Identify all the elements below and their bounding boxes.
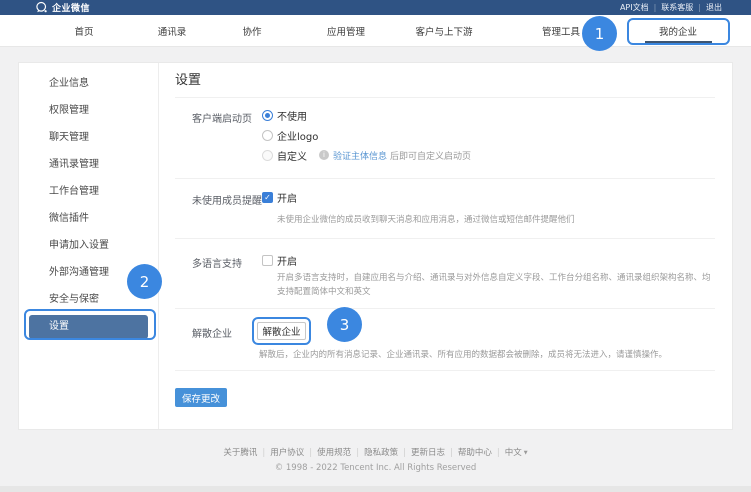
api-docs-link[interactable]: API文档 <box>620 2 649 13</box>
radio-custom[interactable] <box>262 150 273 161</box>
bottom-edge <box>0 486 751 492</box>
wecom-brand: 企业微信 <box>35 1 90 14</box>
dissolve-company-button[interactable]: 解散企业 <box>257 322 306 340</box>
separator: | <box>698 3 701 12</box>
divider <box>175 178 715 179</box>
sidebar-item-wechat-plugin[interactable]: 微信插件 <box>19 205 158 232</box>
launch-page-label: 客户端启动页 <box>192 110 252 125</box>
nav-item-my-company[interactable]: 我的企业 <box>659 24 697 38</box>
multilang-checkbox[interactable] <box>262 255 273 266</box>
about-tencent-link[interactable]: 关于腾讯 <box>223 448 257 458</box>
separator: | <box>497 448 500 458</box>
radio-row-company-logo: 企业logo <box>262 125 318 145</box>
nav-item-app-management[interactable]: 应用管理 <box>327 24 365 38</box>
active-tab-indicator <box>645 41 712 43</box>
sidebar-item-chat-management[interactable]: 聊天管理 <box>19 124 158 151</box>
separator: | <box>356 448 359 458</box>
remind-label: 未使用成员提醒 <box>192 192 262 207</box>
sidebar: 企业信息 权限管理 聊天管理 通讯录管理 工作台管理 微信插件 申请加入设置 外… <box>19 63 159 429</box>
topbar-links: API文档 | 联系客服 | 退出 <box>620 0 722 15</box>
divider <box>175 370 715 371</box>
radio-no-use[interactable] <box>262 110 273 121</box>
separator: | <box>450 448 453 458</box>
nav-item-customers[interactable]: 客户与上下游 <box>415 24 472 38</box>
brand-name: 企业微信 <box>52 1 90 14</box>
help-center-link[interactable]: 帮助中心 <box>458 448 492 458</box>
separator: | <box>309 448 312 458</box>
dissolve-label: 解散企业 <box>192 325 232 340</box>
settings-panel: 企业信息 权限管理 聊天管理 通讯录管理 工作台管理 微信插件 申请加入设置 外… <box>18 62 733 430</box>
divider <box>175 97 715 98</box>
page-title: 设置 <box>175 69 201 88</box>
nav-item-contacts[interactable]: 通讯录 <box>158 24 187 38</box>
wecom-admin-page: 企业微信 API文档 | 联系客服 | 退出 首页 通讯录 协作 应用管理 客户… <box>0 0 751 492</box>
separator: | <box>654 3 657 12</box>
dissolve-description: 解散后，企业内的所有消息记录、企业通讯录、所有应用的数据都会被删除，成员将无法进… <box>259 349 719 363</box>
nav-item-admin-tools[interactable]: 管理工具 <box>542 24 580 38</box>
sidebar-item-contacts-management[interactable]: 通讯录管理 <box>19 151 158 178</box>
footer: 关于腾讯 | 用户协议 | 使用规范 | 隐私政策 | 更新日志 | 帮助中心 | 中文▼ © 1998… <box>0 446 751 473</box>
user-agreement-link[interactable]: 用户协议 <box>270 448 304 458</box>
sidebar-item-permissions[interactable]: 权限管理 <box>19 97 158 124</box>
radio-no-use-label[interactable]: 不使用 <box>277 108 307 123</box>
separator: | <box>262 448 265 458</box>
contact-support-link[interactable]: 联系客服 <box>661 2 693 13</box>
chevron-down-icon: ▼ <box>524 450 528 456</box>
multilang-toggle-row: 开启 <box>262 250 297 270</box>
multilang-toggle-label[interactable]: 开启 <box>277 253 297 268</box>
annotation-badge-3: 3 <box>327 307 362 342</box>
info-icon: i <box>319 150 329 160</box>
usage-policy-link[interactable]: 使用规范 <box>317 448 351 458</box>
sidebar-item-company-info[interactable]: 企业信息 <box>19 70 158 97</box>
radio-row-no-use: 不使用 <box>262 105 307 125</box>
topbar: 企业微信 API文档 | 联系客服 | 退出 <box>0 0 751 15</box>
verify-subject-link[interactable]: 验证主体信息 <box>333 149 387 162</box>
verify-hint: i 验证主体信息 后即可自定义启动页 <box>319 149 471 162</box>
radio-company-logo-label[interactable]: 企业logo <box>277 128 318 143</box>
remind-description: 未使用企业微信的成员收到聊天消息和应用消息，通过微信或短信邮件提醒他们 <box>277 214 717 228</box>
nav-item-home[interactable]: 首页 <box>74 24 93 38</box>
multilang-description: 开启多语言支持时，自建应用名与介绍、通讯录与对外信息自定义字段、工作台分组名称、… <box>277 272 715 299</box>
sidebar-item-settings[interactable]: 设置 <box>29 315 148 339</box>
sidebar-item-join-settings[interactable]: 申请加入设置 <box>19 232 158 259</box>
sidebar-item-workbench[interactable]: 工作台管理 <box>19 178 158 205</box>
multilang-label: 多语言支持 <box>192 255 242 270</box>
separator: | <box>403 448 406 458</box>
remind-toggle-label[interactable]: 开启 <box>277 190 297 205</box>
divider <box>175 308 715 309</box>
footer-links: 关于腾讯 | 用户协议 | 使用规范 | 隐私政策 | 更新日志 | 帮助中心 | 中文▼ <box>0 446 751 458</box>
save-changes-button[interactable]: 保存更改 <box>175 388 227 407</box>
language-label: 中文 <box>505 448 522 458</box>
remind-checkbox[interactable]: ✓ <box>262 192 273 203</box>
divider <box>175 238 715 239</box>
radio-company-logo[interactable] <box>262 130 273 141</box>
annotation-badge-2: 2 <box>127 264 162 299</box>
logout-link[interactable]: 退出 <box>706 2 722 13</box>
copyright: © 1998 - 2022 Tencent Inc. All Rights Re… <box>0 463 751 473</box>
wecom-logo-icon <box>35 1 48 14</box>
radio-custom-label[interactable]: 自定义 <box>277 148 307 163</box>
nav-item-collaboration[interactable]: 协作 <box>242 24 261 38</box>
privacy-policy-link[interactable]: 隐私政策 <box>364 448 398 458</box>
verify-hint-text: 后即可自定义启动页 <box>390 149 471 162</box>
radio-row-custom: 自定义 i 验证主体信息 后即可自定义启动页 <box>262 145 471 165</box>
language-selector[interactable]: 中文▼ <box>505 448 528 458</box>
changelog-link[interactable]: 更新日志 <box>411 448 445 458</box>
annotation-badge-1: 1 <box>582 16 617 51</box>
main-nav: 首页 通讯录 协作 应用管理 客户与上下游 管理工具 我的企业 <box>0 15 751 47</box>
remind-toggle-row: ✓ 开启 <box>262 187 297 207</box>
